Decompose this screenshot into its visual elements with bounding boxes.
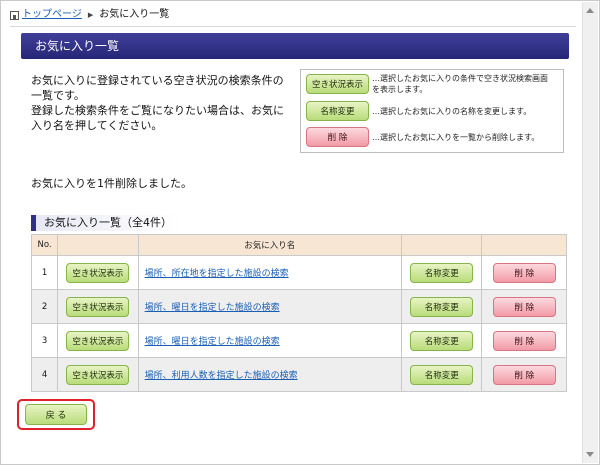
delete-button[interactable]: 削 除 [492, 262, 556, 283]
breadcrumb-separator-icon: ▶ [87, 11, 94, 19]
breadcrumb-home-link[interactable]: トップページ [22, 7, 82, 23]
favorite-name-link[interactable]: 場所、曜日を指定した施設の検索 [145, 303, 280, 313]
row-number: 4 [30, 357, 59, 392]
home-icon [10, 10, 19, 20]
rename-button[interactable]: 名称変更 [410, 296, 474, 317]
scroll-up-arrow-icon[interactable] [586, 8, 594, 13]
section-title: お気に入り一覧（全4件） [31, 215, 180, 231]
legend-rename-button: 名称変更 [306, 101, 369, 121]
favorite-name-link[interactable]: 場所、曜日を指定した施設の検索 [145, 337, 280, 347]
legend-delete-button: 削 除 [306, 127, 369, 147]
header-no: No. [30, 234, 59, 256]
legend-rename-desc: …選択したお気に入りの名称を変更します。 [372, 106, 532, 116]
vertical-scrollbar[interactable] [582, 2, 598, 463]
header-name: お気に入り名 [137, 234, 403, 256]
scroll-down-arrow-icon[interactable] [586, 452, 594, 457]
button-legend: 空き状況表示 …選択したお気に入りの条件で空き状況検索画面を表示します。 名称変… [300, 69, 564, 153]
delete-button[interactable]: 削 除 [492, 296, 556, 317]
favorites-table: No. お気に入り名 1 空き状況表示 場所、所在地を指定した施設の検索 名称変… [30, 234, 567, 392]
breadcrumb: トップページ ▶ お気に入り一覧 [10, 7, 169, 23]
legend-vacancy-button: 空き状況表示 [306, 74, 369, 94]
header-blank-2 [401, 234, 483, 256]
row-number: 3 [30, 323, 59, 358]
intro-line-1: お気に入りに登録されている空き状況の検索条件の一覧です。 [31, 74, 284, 102]
table-row: 1 空き状況表示 場所、所在地を指定した施設の検索 名称変更 削 除 [30, 255, 567, 290]
breadcrumb-current: お気に入り一覧 [99, 9, 170, 20]
status-message: お気に入りを1件削除しました。 [31, 177, 192, 190]
page-title: お気に入り一覧 [21, 33, 569, 59]
header-blank-3 [481, 234, 567, 256]
vacancy-button[interactable]: 空き状況表示 [66, 364, 130, 385]
rename-button[interactable]: 名称変更 [410, 364, 474, 385]
header-blank-1 [57, 234, 139, 256]
row-number: 2 [30, 289, 59, 324]
page-frame: トップページ ▶ お気に入り一覧 お気に入り一覧 お気に入りに登録されている空き… [0, 0, 600, 465]
favorite-name-link[interactable]: 場所、所在地を指定した施設の検索 [145, 269, 289, 279]
table-row: 4 空き状況表示 場所、利用人数を指定した施設の検索 名称変更 削 除 [30, 357, 567, 392]
delete-button[interactable]: 削 除 [492, 364, 556, 385]
legend-row-rename: 名称変更 …選択したお気に入りの名称を変更します。 [306, 100, 552, 122]
vacancy-button[interactable]: 空き状況表示 [66, 262, 130, 283]
delete-button[interactable]: 削 除 [492, 330, 556, 351]
vacancy-button[interactable]: 空き状況表示 [66, 330, 130, 351]
intro-line-2: 登録した検索条件をご覧になりたい場合は、お気に入り名を押してください。 [31, 104, 284, 132]
rename-button[interactable]: 名称変更 [410, 262, 474, 283]
legend-row-delete: 削 除 …選択したお気に入りを一覧から削除します。 [306, 126, 552, 148]
legend-vacancy-desc: …選択したお気に入りの条件で空き状況検索画面を表示します。 [372, 74, 548, 94]
back-button[interactable]: 戻 る [25, 404, 87, 425]
breadcrumb-divider [10, 26, 576, 27]
row-number: 1 [30, 255, 59, 290]
favorite-name-link[interactable]: 場所、利用人数を指定した施設の検索 [145, 371, 298, 381]
intro-text: お気に入りに登録されている空き状況の検索条件の一覧です。 登録した検索条件をご覧… [31, 73, 293, 133]
back-button-highlight: 戻 る [17, 399, 95, 430]
table-header-row: No. お気に入り名 [30, 234, 567, 256]
rename-button[interactable]: 名称変更 [410, 330, 474, 351]
legend-row-vacancy: 空き状況表示 …選択したお気に入りの条件で空き状況検索画面を表示します。 [306, 73, 552, 95]
table-row: 2 空き状況表示 場所、曜日を指定した施設の検索 名称変更 削 除 [30, 289, 567, 324]
table-row: 3 空き状況表示 場所、曜日を指定した施設の検索 名称変更 削 除 [30, 323, 567, 358]
vacancy-button[interactable]: 空き状況表示 [66, 296, 130, 317]
legend-delete-desc: …選択したお気に入りを一覧から削除します。 [372, 132, 540, 142]
